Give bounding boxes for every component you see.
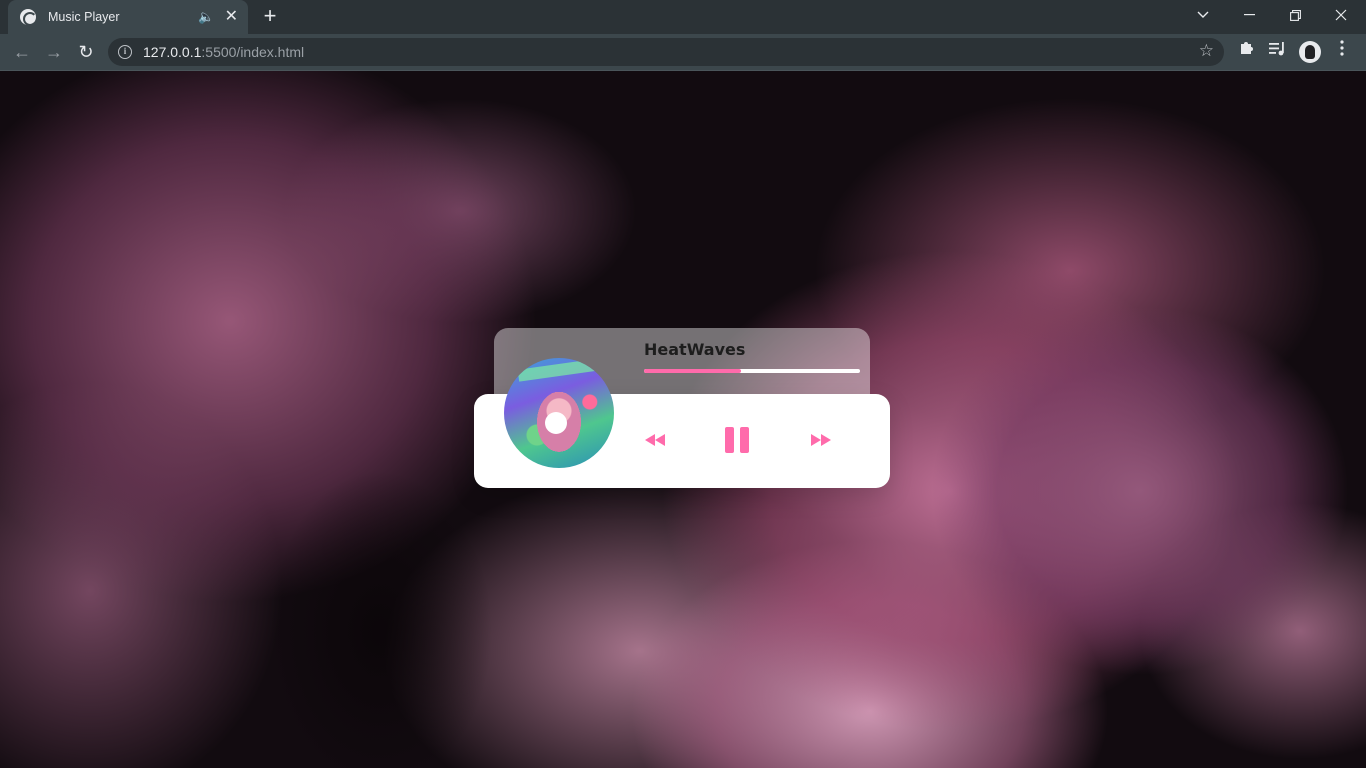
url-text[interactable]: 127.0.0.1:5500/index.html [143, 44, 304, 60]
minimize-icon [1243, 14, 1255, 16]
globe-icon [20, 9, 37, 26]
url-path: :5500/index.html [201, 44, 305, 60]
minimize-button[interactable] [1226, 0, 1272, 30]
close-icon [1335, 9, 1347, 21]
tab-music-player[interactable]: Music Player 🔈 ✕ [8, 0, 248, 34]
new-tab-button[interactable]: + [258, 5, 282, 29]
tab-search-button[interactable] [1180, 0, 1226, 30]
song-title: HeatWaves [644, 340, 746, 359]
progress-bar[interactable] [644, 369, 860, 373]
profile-avatar[interactable] [1299, 41, 1321, 63]
back-button[interactable]: ← [10, 40, 34, 64]
playlist-icon [1269, 42, 1284, 56]
previous-button[interactable] [640, 430, 670, 450]
pause-icon [725, 427, 749, 453]
reload-icon: ↻ [78, 42, 94, 62]
rewind-icon [645, 434, 665, 446]
info-icon[interactable]: i [118, 45, 132, 59]
restore-button[interactable] [1272, 0, 1318, 30]
tab-close-icon[interactable]: ✕ [225, 9, 238, 25]
play-pause-button[interactable] [722, 425, 752, 455]
address-bar[interactable]: i 127.0.0.1:5500/index.html ☆ [108, 38, 1224, 66]
window-close-button[interactable] [1318, 0, 1364, 30]
extensions-button[interactable] [1234, 40, 1258, 64]
speaker-icon[interactable]: 🔈 [198, 9, 214, 25]
tab-title: Music Player [48, 10, 120, 24]
forward-button[interactable]: → [42, 40, 66, 64]
chevron-down-icon [1197, 11, 1209, 18]
bookmark-star-icon[interactable]: ☆ [1199, 41, 1214, 61]
page-viewport: HeatWaves [0, 71, 1366, 768]
url-host: 127.0.0.1 [143, 44, 202, 60]
menu-button[interactable] [1330, 40, 1354, 64]
tab-strip: Music Player 🔈 ✕ + [0, 0, 1366, 34]
next-button[interactable] [806, 430, 836, 450]
album-center-hole [545, 412, 567, 434]
media-control-button[interactable] [1266, 40, 1290, 64]
puzzle-icon [1241, 42, 1253, 54]
kebab-menu-icon [1340, 40, 1344, 56]
reload-button[interactable]: ↻ [74, 40, 98, 64]
fast-forward-icon [811, 434, 831, 446]
progress-fill [644, 369, 742, 373]
arrow-left-icon: ← [13, 42, 31, 62]
browser-toolbar: ← → ↻ i 127.0.0.1:5500/index.html ☆ [0, 34, 1366, 70]
restore-icon [1289, 9, 1301, 21]
arrow-right-icon: → [45, 42, 63, 62]
